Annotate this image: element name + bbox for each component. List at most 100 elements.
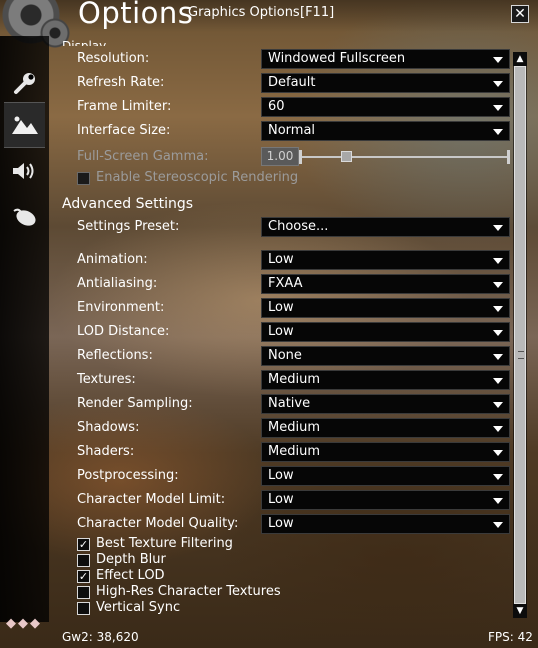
effect-lod-checkbox[interactable]: ✓ xyxy=(77,570,90,583)
gamma-slider-end-right xyxy=(507,150,510,164)
textures-dropdown[interactable]: Medium xyxy=(261,370,510,390)
character-model-quality-value: Low xyxy=(268,516,294,531)
animation-value: Low xyxy=(268,252,294,267)
chevron-down-icon xyxy=(493,129,503,135)
section-title-display: Display xyxy=(62,39,107,46)
stereo-label: Enable Stereoscopic Rendering xyxy=(96,170,299,185)
speaker-icon xyxy=(12,163,33,179)
chevron-down-icon xyxy=(493,402,503,408)
reflections-dropdown[interactable]: None xyxy=(261,346,510,366)
vertical-sync-checkbox[interactable] xyxy=(77,602,90,615)
render-sampling-label: Render Sampling: xyxy=(77,396,193,411)
chevron-down-icon xyxy=(493,450,503,456)
high-res-character-textures-checkbox[interactable] xyxy=(77,586,90,599)
character-model-limit-label: Character Model Limit: xyxy=(77,492,226,507)
gamma-label: Full-Screen Gamma: xyxy=(77,149,209,164)
frame-limiter-label: Frame Limiter: xyxy=(77,99,172,114)
lod-distance-value: Low xyxy=(268,324,294,339)
shaders-dropdown[interactable]: Medium xyxy=(261,442,510,462)
lod-distance-label: LOD Distance: xyxy=(77,324,170,339)
shadows-label: Shadows: xyxy=(77,420,140,435)
shaders-value: Medium xyxy=(268,444,320,459)
shortcut-hint: [F11] xyxy=(300,5,335,20)
resolution-dropdown[interactable]: Windowed Fullscreen xyxy=(261,49,510,69)
character-model-quality-dropdown[interactable]: Low xyxy=(261,514,510,534)
scroll-down-button[interactable]: ▼ xyxy=(513,604,527,618)
chevron-down-icon xyxy=(493,498,503,504)
postprocessing-dropdown[interactable]: Low xyxy=(261,466,510,486)
character-model-limit-dropdown[interactable]: Low xyxy=(261,490,510,510)
textures-value: Medium xyxy=(268,372,320,387)
build-number: Gw2: 38,620 xyxy=(62,630,139,644)
environment-value: Low xyxy=(268,300,294,315)
settings-preset-value: Choose... xyxy=(268,219,329,234)
postprocessing-label: Postprocessing: xyxy=(77,468,179,483)
interface-size-dropdown[interactable]: Normal xyxy=(261,121,510,141)
close-button[interactable]: ✕ xyxy=(511,5,529,23)
best-texture-filtering-checkbox[interactable]: ✓ xyxy=(77,538,90,551)
chevron-down-icon xyxy=(493,426,503,432)
depth-blur-label: Depth Blur xyxy=(96,552,166,567)
antialiasing-dropdown[interactable]: FXAA xyxy=(261,274,510,294)
chevron-down-icon xyxy=(493,522,503,528)
interface-size-label: Interface Size: xyxy=(77,123,171,138)
gamma-slider-thumb[interactable] xyxy=(341,151,353,162)
render-sampling-dropdown[interactable]: Native xyxy=(261,394,510,414)
scroll-grip-icon xyxy=(518,351,524,359)
postprocessing-value: Low xyxy=(268,468,294,483)
tab-sound[interactable] xyxy=(4,148,45,194)
depth-blur-checkbox[interactable] xyxy=(77,554,90,567)
reflections-value: None xyxy=(268,348,302,363)
chevron-down-icon xyxy=(493,282,503,288)
environment-dropdown[interactable]: Low xyxy=(261,298,510,318)
resolution-value: Windowed Fullscreen xyxy=(268,51,406,66)
decorative-diamonds: ◆◆◆ xyxy=(6,616,42,631)
antialiasing-value: FXAA xyxy=(268,276,303,291)
sidebar xyxy=(0,36,49,622)
chevron-down-icon xyxy=(493,354,503,360)
shadows-value: Medium xyxy=(268,420,320,435)
wrench-icon xyxy=(13,73,35,94)
effect-lod-label: Effect LOD xyxy=(96,568,165,583)
window-subtitle: Graphics Options xyxy=(188,5,300,20)
fps-counter: FPS: 42 xyxy=(488,630,533,644)
chevron-down-icon xyxy=(493,378,503,384)
tab-controls[interactable] xyxy=(4,194,45,240)
interface-size-value: Normal xyxy=(268,123,316,138)
chevron-down-icon xyxy=(493,57,503,63)
refresh-rate-value: Default xyxy=(268,75,316,90)
window-title: Options xyxy=(78,0,194,30)
chevron-down-icon xyxy=(493,225,503,231)
settings-preset-label: Settings Preset: xyxy=(77,219,180,234)
environment-label: Environment: xyxy=(77,300,165,315)
character-model-limit-value: Low xyxy=(268,492,294,507)
shaders-label: Shaders: xyxy=(77,444,135,459)
high-res-character-textures-label: High-Res Character Textures xyxy=(96,584,281,599)
lod-distance-dropdown[interactable]: Low xyxy=(261,322,510,342)
stereo-checkbox[interactable] xyxy=(77,172,90,185)
shadows-dropdown[interactable]: Medium xyxy=(261,418,510,438)
reflections-label: Reflections: xyxy=(77,348,153,363)
chevron-down-icon xyxy=(493,105,503,111)
animation-dropdown[interactable]: Low xyxy=(261,250,510,270)
render-sampling-value: Native xyxy=(268,396,311,411)
chevron-down-icon xyxy=(493,81,503,87)
frame-limiter-dropdown[interactable]: 60 xyxy=(261,97,510,117)
scroll-thumb[interactable] xyxy=(514,66,526,604)
textures-label: Textures: xyxy=(77,372,136,387)
gamma-value-field[interactable]: 1.00 xyxy=(261,147,299,166)
tab-graphics[interactable] xyxy=(4,102,45,148)
gamma-slider-track[interactable] xyxy=(302,156,510,158)
animation-label: Animation: xyxy=(77,252,148,267)
refresh-rate-label: Refresh Rate: xyxy=(77,75,165,90)
settings-preset-dropdown[interactable]: Choose... xyxy=(261,217,510,237)
character-model-quality-label: Character Model Quality: xyxy=(77,516,239,531)
best-texture-filtering-label: Best Texture Filtering xyxy=(96,536,233,551)
scroll-up-button[interactable]: ▲ xyxy=(513,52,527,66)
mountains-icon xyxy=(11,116,38,134)
vertical-sync-label: Vertical Sync xyxy=(96,600,181,615)
tab-general[interactable] xyxy=(4,60,45,106)
chevron-down-icon xyxy=(493,330,503,336)
mouse-icon xyxy=(12,208,36,226)
refresh-rate-dropdown[interactable]: Default xyxy=(261,73,510,93)
